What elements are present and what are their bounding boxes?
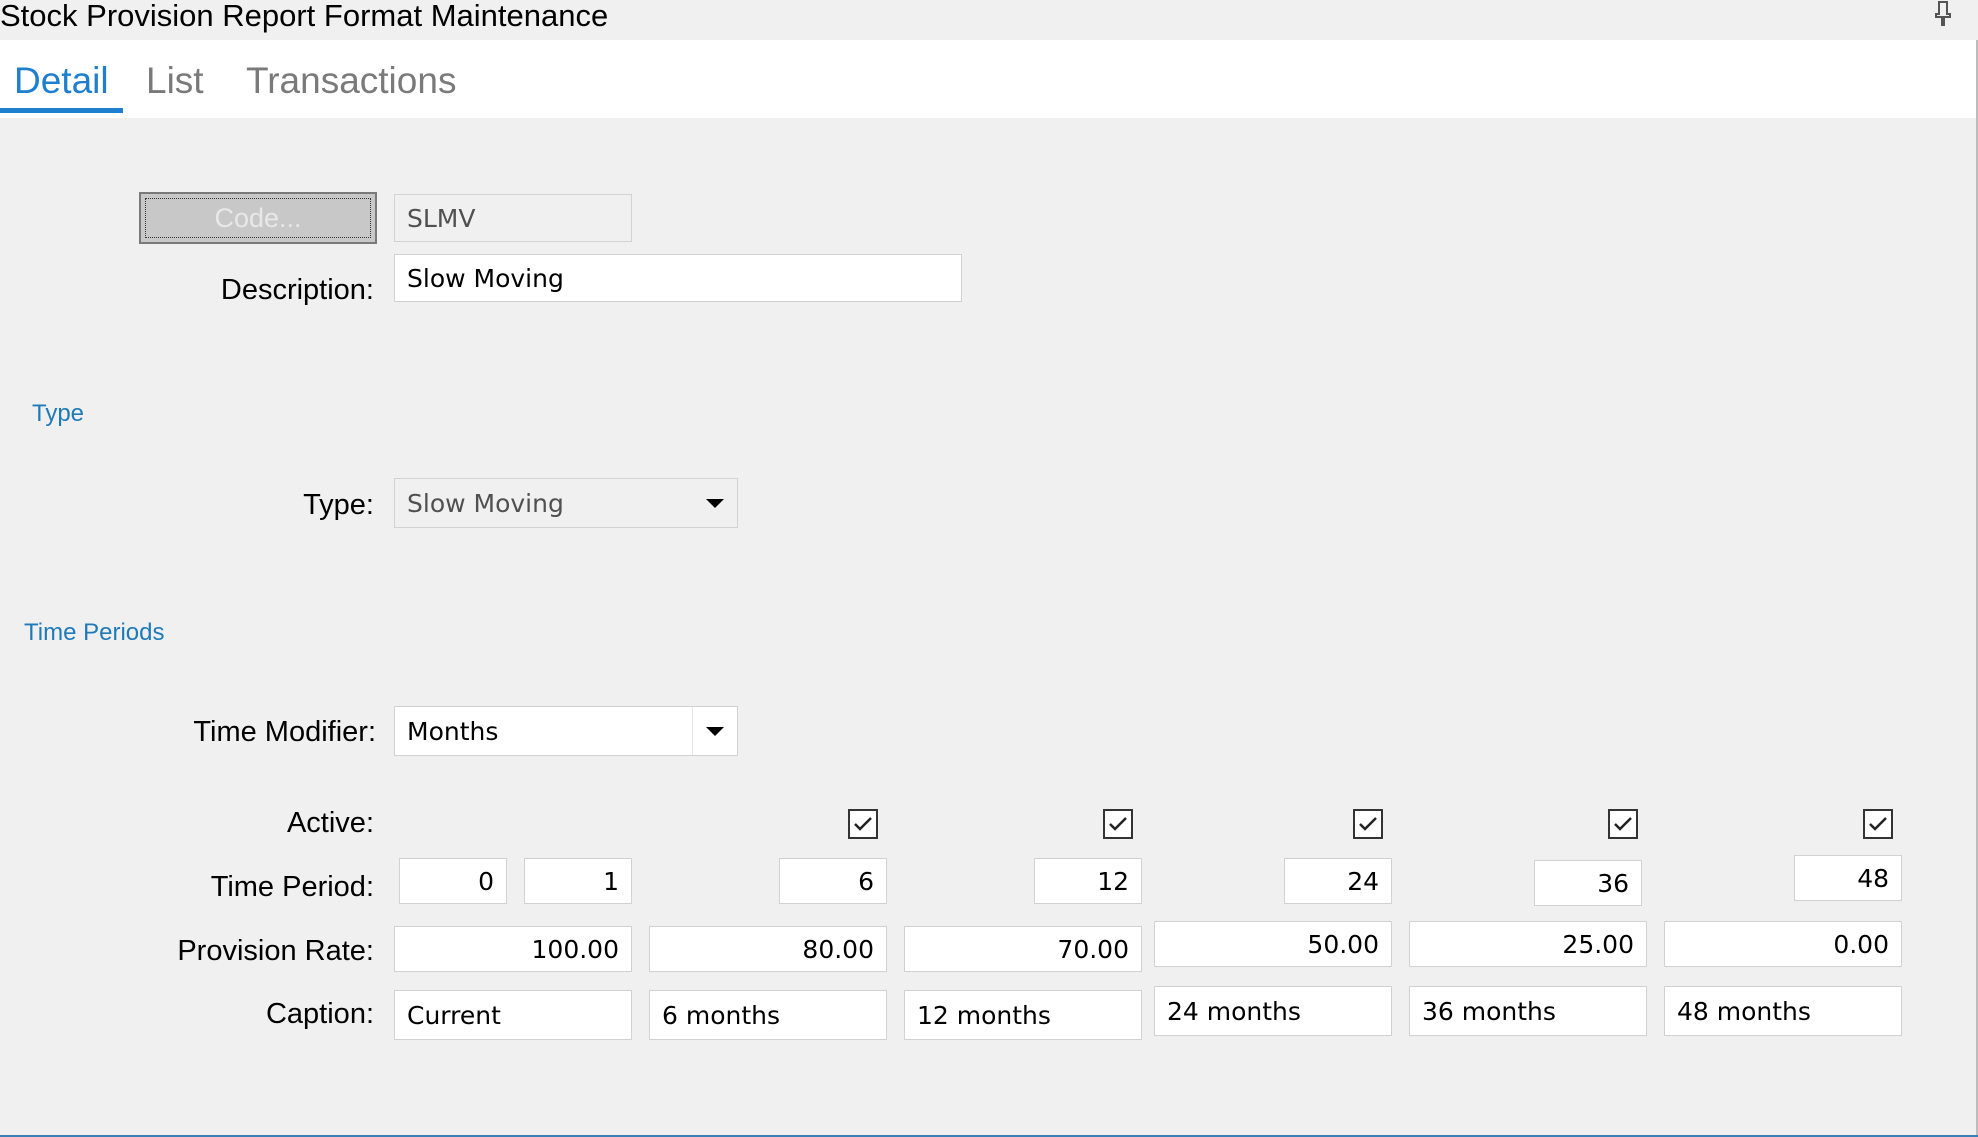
type-label: Type: [303,489,374,521]
provision-rate-field[interactable]: 70.00 [904,926,1142,972]
type-section-heading: Type [32,400,85,427]
tab-detail[interactable]: Detail [14,60,109,102]
tab-list[interactable]: List [146,60,204,102]
active-checkbox-12[interactable] [1103,809,1133,839]
provision-rate-field[interactable]: 0.00 [1664,921,1902,967]
code-button-label: Code... [214,202,302,233]
active-label: Active: [286,807,374,839]
active-checkbox-24[interactable] [1353,809,1383,839]
caption-label: Caption: [265,998,374,1030]
time-period-field[interactable]: 6 [779,858,887,904]
time-period-label: Time Period: [210,871,374,903]
window-title: Stock Provision Report Format Maintenanc… [0,0,609,33]
active-checkbox-36[interactable] [1608,809,1638,839]
caption-field[interactable]: 36 months [1409,986,1647,1036]
provision-rate-field[interactable]: 80.00 [649,926,887,972]
chevron-down-icon[interactable] [692,707,737,755]
time-period-field[interactable]: 12 [1034,858,1142,904]
code-field[interactable]: SLMV [394,194,632,242]
time-period-field[interactable]: 1 [524,858,632,904]
time-period-field[interactable]: 0 [399,858,507,904]
caption-field[interactable]: 6 months [649,990,887,1040]
provision-rate-field[interactable]: 25.00 [1409,921,1647,967]
pin-icon[interactable] [1932,0,1954,33]
check-icon [1109,817,1127,831]
time-modifier-select[interactable]: Months [394,706,738,756]
active-checkbox-6[interactable] [848,809,878,839]
check-icon [1869,817,1887,831]
caption-field[interactable]: 48 months [1664,986,1902,1036]
check-icon [1359,817,1377,831]
time-modifier-value: Months [407,716,499,746]
type-select[interactable]: Slow Moving [394,478,738,528]
time-period-field[interactable]: 24 [1284,858,1392,904]
time-period-field[interactable]: 36 [1534,860,1642,906]
provision-rate-field[interactable]: 50.00 [1154,921,1392,967]
provision-rate-field[interactable]: 100.00 [394,926,632,972]
caption-field[interactable]: Current [394,990,632,1040]
caption-field[interactable]: 12 months [904,990,1142,1040]
active-tab-indicator [0,108,123,113]
tab-transactions[interactable]: Transactions [246,60,456,102]
type-select-value: Slow Moving [407,488,564,518]
provision-rate-label: Provision Rate: [177,935,374,967]
time-modifier-label: Time Modifier: [193,716,376,748]
description-field[interactable]: Slow Moving [394,254,962,302]
time-period-field[interactable]: 48 [1794,855,1902,901]
caption-field[interactable]: 24 months [1154,986,1392,1036]
description-label: Description: [220,274,374,306]
check-icon [854,817,872,831]
chevron-down-icon[interactable] [693,479,737,527]
code-button[interactable]: Code... [139,192,377,244]
check-icon [1614,817,1632,831]
active-checkbox-48[interactable] [1863,809,1893,839]
time-periods-section-heading: Time Periods [24,619,165,646]
